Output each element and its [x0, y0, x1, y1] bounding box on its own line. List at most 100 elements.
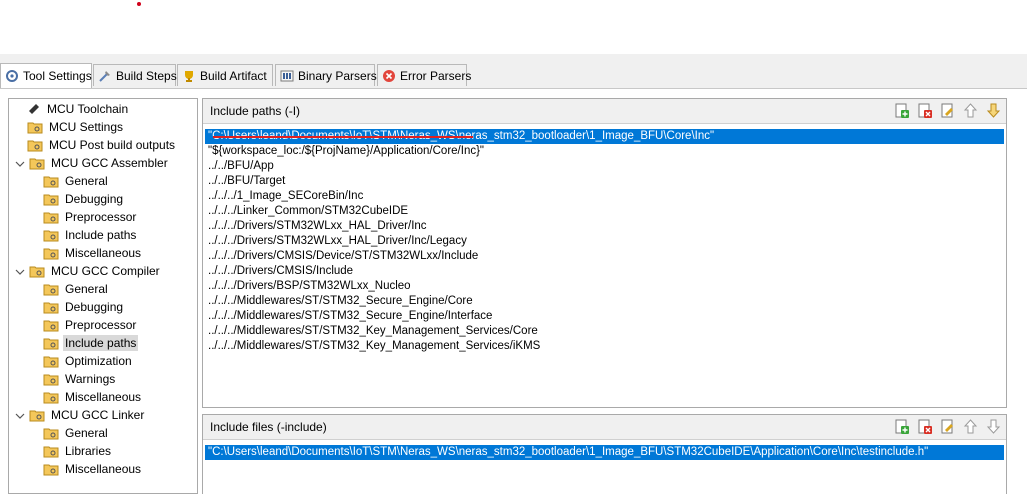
include-files-list[interactable]: "C:\Users\leand\Documents\IoT\STM\Neras_… [205, 445, 1004, 460]
include-path-item[interactable]: ../../BFU/Target [205, 174, 1004, 189]
include-files-toolbar [893, 418, 1002, 435]
delete-icon[interactable] [916, 418, 933, 435]
move-up-icon[interactable] [962, 418, 979, 435]
include-files-header: Include files (-include) [203, 415, 1006, 440]
tree-item-label: Miscellaneous [65, 246, 142, 260]
include-paths-header: Include paths (-I) [203, 99, 1006, 124]
tree-item-assembler-preprocessor[interactable]: Preprocessor [43, 208, 138, 226]
include-path-item[interactable]: ../../../Linker_Common/STM32CubeIDE [205, 204, 1004, 219]
tree-item-label: Preprocessor [65, 318, 137, 332]
tree-item-mcu-gcc-linker[interactable]: MCU GCC Linker [15, 406, 146, 424]
tree-item-mcu-toolchain[interactable]: MCU Toolchain [27, 100, 130, 118]
edit-icon[interactable] [939, 418, 956, 435]
tree-item-mcu-settings[interactable]: MCU Settings [27, 118, 125, 136]
include-path-item[interactable]: ../../../Drivers/CMSIS/Include [205, 264, 1004, 279]
include-files-section: Include files (-include) "C:\Users\leand… [202, 414, 1007, 494]
settings-folder-icon [43, 462, 59, 476]
include-path-item[interactable]: ../../../Drivers/STM32WLxx_HAL_Driver/In… [205, 219, 1004, 234]
chevron-down-icon[interactable] [15, 158, 25, 168]
tree-item-compiler-include-paths[interactable]: Include paths [43, 334, 139, 352]
tree-item-label: Preprocessor [65, 210, 137, 224]
tree-item-compiler-general[interactable]: General [43, 280, 110, 298]
tree-item-label: Warnings [65, 372, 116, 386]
tree-item-compiler-optimization[interactable]: Optimization [43, 352, 134, 370]
include-file-item[interactable]: "C:\Users\leand\Documents\IoT\STM\Neras_… [205, 445, 1004, 460]
include-path-item[interactable]: ../../../Middlewares/ST/STM32_Key_Manage… [205, 324, 1004, 339]
tree-item-linker-miscellaneous[interactable]: Miscellaneous [43, 460, 143, 478]
include-path-item[interactable]: "C:\Users\leand\Documents\IoT\STM\Neras_… [205, 129, 1004, 144]
settings-folder-icon [43, 354, 59, 368]
tool-settings-icon [5, 69, 19, 83]
tree-item-label: MCU Toolchain [47, 102, 129, 116]
move-down-icon[interactable] [985, 418, 1002, 435]
tab-error-parsers[interactable]: Error Parsers [377, 64, 471, 86]
tab-build-artifact[interactable]: Build Artifact [177, 64, 273, 86]
include-paths-title: Include paths (-I) [210, 104, 301, 118]
chevron-down-icon[interactable] [15, 266, 25, 276]
tree-item-assembler-debugging[interactable]: Debugging [43, 190, 125, 208]
tree-item-label: MCU GCC Compiler [51, 264, 160, 278]
settings-folder-icon [43, 336, 59, 350]
settings-folder-icon [43, 300, 59, 314]
tree-item-label: Miscellaneous [65, 462, 142, 476]
tool-settings-tree: MCU Toolchain MCU Settings MCU Post buil… [8, 98, 198, 494]
tree-item-assembler-include-paths[interactable]: Include paths [43, 226, 138, 244]
tab-label: Tool Settings [23, 69, 92, 83]
settings-folder-icon [43, 444, 59, 458]
edit-icon[interactable] [939, 102, 956, 119]
tree-item-mcu-gcc-assembler[interactable]: MCU GCC Assembler [15, 154, 170, 172]
settings-folder-icon [29, 408, 45, 422]
settings-folder-icon [29, 264, 45, 278]
settings-tab-bar: Tool Settings Build Steps Build Artifact… [0, 54, 1027, 89]
move-down-icon[interactable] [985, 102, 1002, 119]
include-path-item[interactable]: ../../../Drivers/CMSIS/Device/ST/STM32WL… [205, 249, 1004, 264]
settings-folder-icon [43, 246, 59, 260]
tree-item-compiler-warnings[interactable]: Warnings [43, 370, 117, 388]
settings-folder-icon [43, 390, 59, 404]
settings-folder-icon [27, 120, 43, 134]
settings-folder-icon [43, 282, 59, 296]
include-path-item[interactable]: ../../BFU/App [205, 159, 1004, 174]
tree-item-mcu-gcc-compiler[interactable]: MCU GCC Compiler [15, 262, 162, 280]
tree-item-compiler-preprocessor[interactable]: Preprocessor [43, 316, 138, 334]
include-path-item[interactable]: "${workspace_loc:/${ProjName}/Applicatio… [205, 144, 1004, 159]
tree-item-label: Miscellaneous [65, 390, 142, 404]
include-path-item[interactable]: ../../../Drivers/STM32WLxx_HAL_Driver/In… [205, 234, 1004, 249]
include-path-item[interactable]: ../../../Drivers/BSP/STM32WLxx_Nucleo [205, 279, 1004, 294]
include-paths-toolbar [893, 102, 1002, 119]
tree-item-label: MCU GCC Assembler [51, 156, 168, 170]
tree-item-mcu-post-build[interactable]: MCU Post build outputs [27, 136, 177, 154]
tab-tool-settings[interactable]: Tool Settings [0, 63, 92, 88]
tree-item-label: MCU GCC Linker [51, 408, 145, 422]
tree-item-compiler-debugging[interactable]: Debugging [43, 298, 125, 316]
include-path-item[interactable]: ../../../Middlewares/ST/STM32_Key_Manage… [205, 339, 1004, 354]
include-path-item[interactable]: ../../../Middlewares/ST/STM32_Secure_Eng… [205, 309, 1004, 324]
add-icon[interactable] [893, 418, 910, 435]
tab-binary-parsers[interactable]: Binary Parsers [275, 64, 377, 86]
tree-item-assembler-general[interactable]: General [43, 172, 110, 190]
add-icon[interactable] [893, 102, 910, 119]
error-parsers-icon [382, 69, 396, 83]
include-path-item[interactable]: ../../../Middlewares/ST/STM32_Secure_Eng… [205, 294, 1004, 309]
tab-build-steps[interactable]: Build Steps [93, 64, 177, 86]
tree-item-assembler-miscellaneous[interactable]: Miscellaneous [43, 244, 143, 262]
tree-item-label: Optimization [65, 354, 132, 368]
include-paths-list[interactable]: "C:\Users\leand\Documents\IoT\STM\Neras_… [205, 129, 1004, 354]
include-files-title: Include files (-include) [210, 420, 327, 434]
tree-item-linker-libraries[interactable]: Libraries [43, 442, 113, 460]
chevron-down-icon[interactable] [15, 410, 25, 420]
delete-icon[interactable] [916, 102, 933, 119]
tree-item-label: Include paths [63, 335, 139, 351]
move-up-icon[interactable] [962, 102, 979, 119]
settings-folder-icon [43, 372, 59, 386]
toolchain-icon [27, 102, 41, 116]
settings-folder-icon [27, 138, 43, 152]
tree-item-compiler-miscellaneous[interactable]: Miscellaneous [43, 388, 143, 406]
tab-label: Build Artifact [200, 68, 267, 83]
include-paths-section: Include paths (-I) "C:\Users\leand\Docum… [202, 98, 1007, 408]
tree-item-label: Debugging [65, 300, 124, 314]
include-path-item[interactable]: ../../../1_Image_SECoreBin/Inc [205, 189, 1004, 204]
annotation-dot [137, 2, 141, 6]
settings-folder-icon [43, 174, 59, 188]
tree-item-linker-general[interactable]: General [43, 424, 110, 442]
